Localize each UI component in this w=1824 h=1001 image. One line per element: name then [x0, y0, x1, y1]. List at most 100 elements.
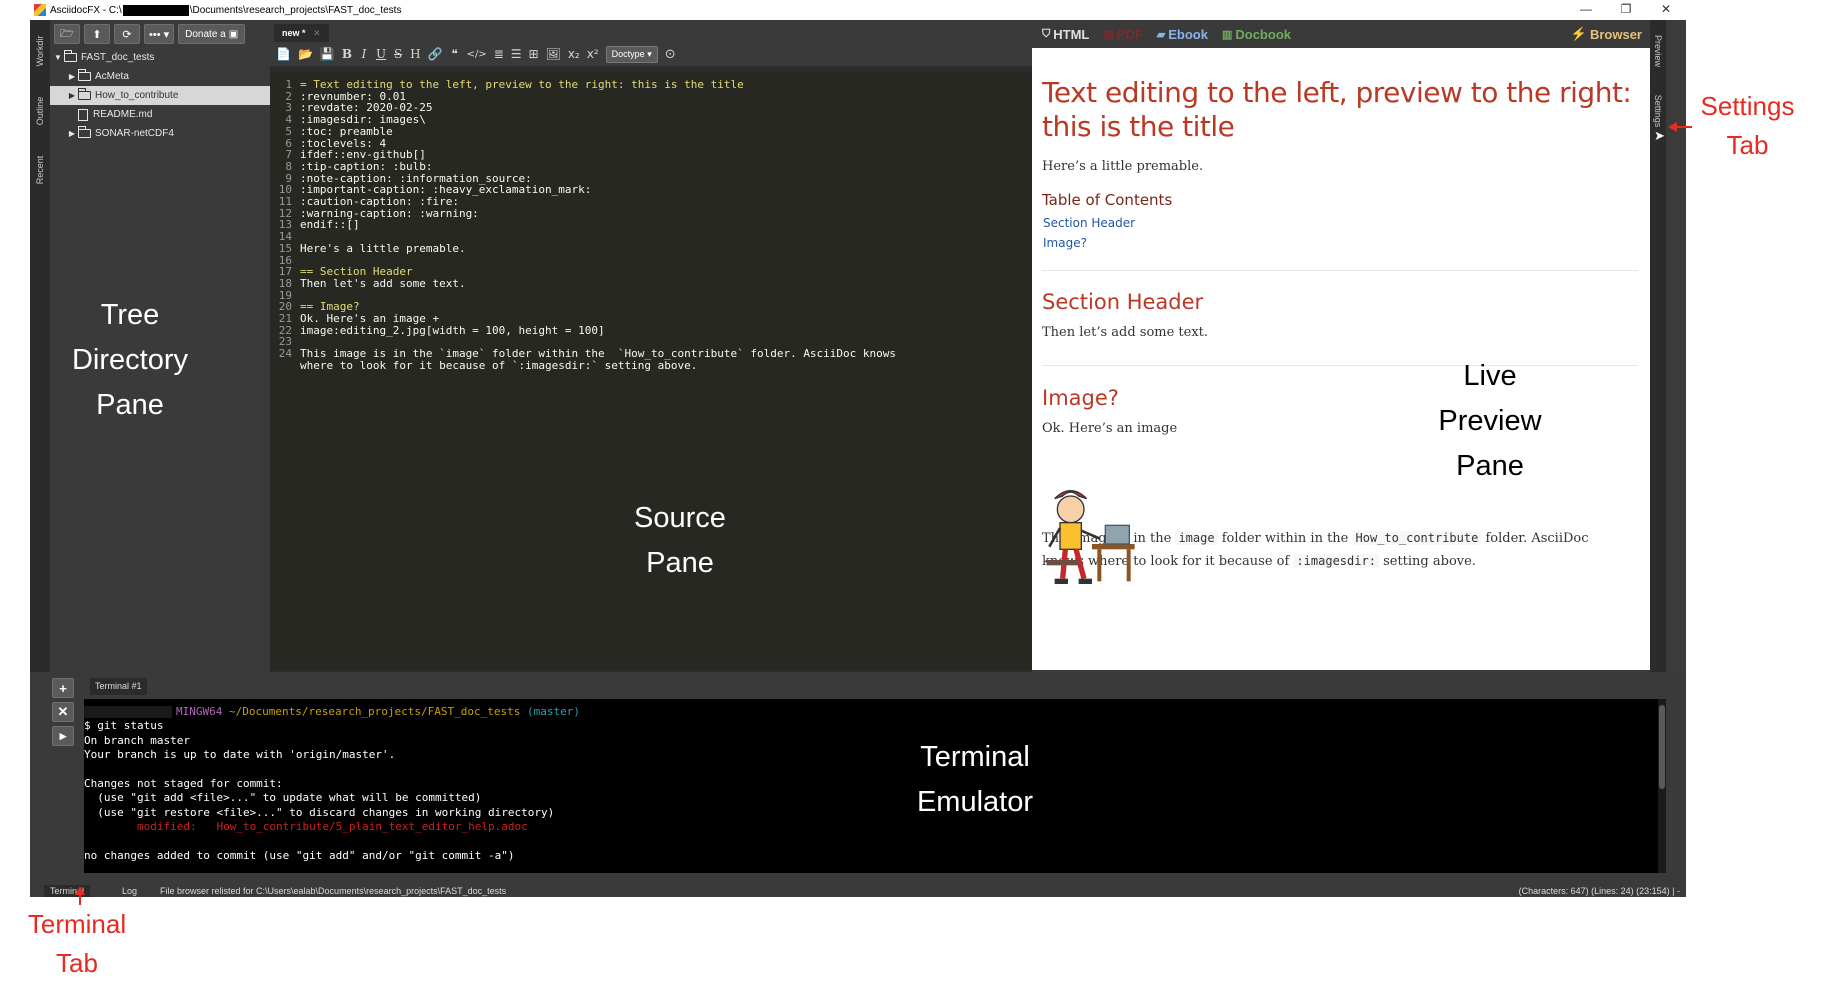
expand-down-icon[interactable]: ▼ — [52, 53, 64, 62]
tree-item[interactable]: ▼ FAST_doc_tests — [50, 48, 270, 67]
format-toolbar: 📄 📂 💾 B I U S H 🔗 ❝ </> ≣ ☰ ⊞ 🖼 x₂ x² Do… — [270, 42, 1032, 66]
terminal-scrollbar[interactable] — [1658, 699, 1666, 873]
superscript-icon[interactable]: x² — [587, 47, 599, 61]
scrollbar-thumb[interactable] — [1659, 705, 1665, 789]
doctype-label: Doctype — [611, 48, 645, 59]
tree-item[interactable]: ▶ AcMeta — [50, 67, 270, 86]
terminal-line-text: (use "git restore <file>..." to discard … — [84, 805, 555, 819]
annotation-line: Tab — [56, 948, 98, 978]
source-line: 22 image:editing_2.jpg[width = 100, heigh… — [270, 324, 605, 338]
unordered-list-icon[interactable]: ≣ — [494, 47, 504, 61]
redacted-user — [84, 706, 172, 718]
close-terminal-button[interactable]: ✕ — [52, 702, 74, 722]
circle-chevron-down-icon[interactable]: ⊙ — [665, 47, 676, 62]
tree-item[interactable]: ▶ SONAR-netCDF4 — [50, 124, 270, 143]
subscript-icon[interactable]: x₂ — [568, 47, 580, 61]
new-terminal-button[interactable]: + — [52, 678, 74, 698]
ebook-button[interactable]: ▰ Ebook — [1157, 27, 1208, 42]
image-icon[interactable]: 🖼 — [546, 47, 561, 61]
pdf-label: PDF — [1116, 26, 1143, 42]
window-title-suffix: \Documents\research_projects\FAST_doc_te… — [189, 4, 402, 16]
ordered-list-icon[interactable]: ☰ — [511, 47, 522, 61]
underline-icon[interactable]: U — [376, 47, 386, 61]
tab-outline[interactable]: Outline — [30, 86, 50, 134]
close-button[interactable]: ✕ — [1646, 0, 1686, 18]
status-message: File browser relisted for C:\Users\ealab… — [160, 886, 507, 896]
divider — [1042, 270, 1638, 271]
tab-preview[interactable]: Preview — [1648, 26, 1668, 74]
folder-icon — [64, 50, 77, 62]
redacted-username — [122, 4, 189, 16]
prompt-host: MINGW64 — [176, 705, 229, 718]
tab-workdir[interactable]: Workdir — [30, 28, 50, 76]
annotation-line: Directory — [71, 344, 188, 376]
quote-icon[interactable]: ❝ — [450, 47, 460, 61]
save-icon[interactable]: 💾 — [320, 47, 335, 61]
run-terminal-button[interactable]: ▸ — [52, 726, 74, 746]
editor-tab[interactable]: new * ✕ — [274, 24, 329, 42]
tree-item[interactable]: ▶ How_to_contribute — [50, 86, 270, 105]
terminal-area: + ✕ ▸ Terminal #1 MINGW64 ~/Documents/re… — [30, 672, 1686, 885]
tab-settings[interactable]: Settings — [1648, 86, 1668, 134]
open-folder-button[interactable]: 🗁 — [54, 24, 80, 44]
terminal-line: Changes not staged for commit: — [84, 777, 283, 791]
bold-icon[interactable]: B — [342, 47, 352, 61]
browser-button[interactable]: ⚡ Browser — [1571, 26, 1642, 42]
refresh-button[interactable]: ⟳ — [114, 24, 140, 44]
pdf-button[interactable]: ▤ PDF — [1103, 27, 1142, 42]
strikethrough-icon[interactable]: S — [393, 47, 403, 61]
html-button[interactable]: ⛉ HTML — [1042, 27, 1089, 42]
terminal-side-buttons: + ✕ ▸ — [52, 678, 74, 750]
doctype-dropdown[interactable]: Doctype ▾ — [605, 45, 658, 63]
italic-icon[interactable]: I — [359, 47, 369, 61]
ebook-label: Ebook — [1168, 26, 1208, 42]
table-icon[interactable]: ⊞ — [529, 47, 539, 61]
annotation-line: Pane — [1456, 450, 1524, 482]
arrow-up-icon: ⬆ — [92, 28, 102, 41]
terminal-emulator[interactable]: MINGW64 ~/Documents/research_projects/FA… — [84, 699, 1666, 873]
final-text-part: folder. AsciiDoc — [1485, 531, 1589, 546]
go-up-button[interactable]: ⬆ — [84, 24, 110, 44]
terminal-tab-1[interactable]: Terminal #1 — [90, 678, 147, 695]
final-text-part: setting above. — [1383, 554, 1476, 569]
status-bar: Terminal Log File browser relisted for C… — [30, 885, 1686, 897]
heading-icon[interactable]: H — [410, 47, 420, 61]
code-icon[interactable]: </> — [467, 49, 487, 60]
inline-code: How_to_contribute — [1352, 531, 1482, 545]
toc-link-image[interactable]: Image? — [1043, 236, 1087, 250]
tree-toolbar: 🗁 ⬆ ⟳ ••• ▾ Donate a ▣ — [50, 20, 270, 48]
expand-right-icon[interactable]: ▶ — [66, 129, 78, 138]
terminal-line: (use "git restore <file>..." to discard … — [84, 806, 554, 820]
link-icon[interactable]: 🔗 — [428, 47, 443, 61]
new-file-icon[interactable]: 📄 — [276, 47, 291, 61]
prompt-branch: (master) — [520, 705, 580, 718]
minimize-button[interactable]: — — [1566, 0, 1606, 18]
docbook-button[interactable]: ▥ Docbook — [1222, 27, 1291, 42]
tab-recent[interactable]: Recent — [30, 145, 50, 193]
tree-item[interactable]: README.md — [50, 105, 270, 124]
tree-item-label: How_to_contribute — [95, 90, 179, 101]
annotation-live-preview-pane: Live Preview Pane — [1410, 354, 1570, 489]
close-tab-icon[interactable]: ✕ — [313, 28, 321, 38]
restore-button[interactable]: ❐ — [1606, 0, 1646, 18]
terminal-status-tab[interactable]: Terminal — [44, 885, 91, 897]
log-status-tab[interactable]: Log — [122, 885, 137, 897]
toc-title: Table of Contents — [1042, 191, 1173, 209]
terminal-line-text: modified: How_to_contribute/5_plain_text… — [84, 820, 528, 834]
source-line-text: Then let's add some text. — [300, 276, 466, 290]
annotation-tree-directory-pane: Tree Directory Pane — [50, 293, 210, 428]
more-menu-button[interactable]: ••• ▾ — [144, 24, 175, 44]
annotation-line: Settings — [1700, 91, 1795, 121]
status-stats: (Characters: 647) (Lines: 24) (23:154) |… — [1518, 886, 1680, 896]
more-dots-icon: ••• ▾ — [149, 28, 170, 41]
expand-right-icon[interactable]: ▶ — [66, 91, 78, 100]
terminal-line: MINGW64 ~/Documents/research_projects/FA… — [84, 705, 580, 719]
expand-right-icon[interactable]: ▶ — [66, 72, 78, 81]
annotation-line: Terminal — [27, 909, 127, 939]
donate-button[interactable]: Donate a ▣ — [178, 24, 246, 44]
lightning-icon: ⚡ — [1570, 26, 1587, 41]
toc-link-section-header[interactable]: Section Header — [1043, 216, 1135, 230]
annotation-line: Terminal — [920, 741, 1030, 773]
donate-label: Donate a — [185, 28, 226, 40]
open-file-icon[interactable]: 📂 — [298, 47, 313, 61]
